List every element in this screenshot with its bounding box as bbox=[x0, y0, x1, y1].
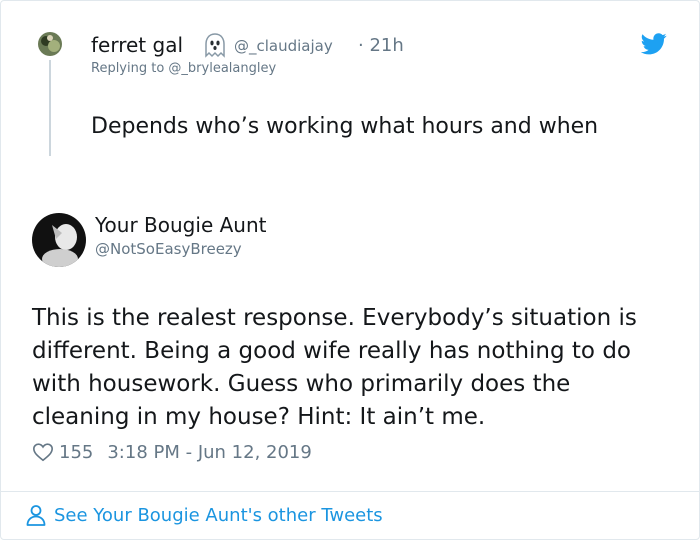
main-author-name[interactable]: Your Bougie Aunt bbox=[95, 213, 266, 237]
main-author-handle[interactable]: @NotSoEasyBreezy bbox=[95, 240, 242, 258]
footer-divider bbox=[1, 491, 699, 492]
replying-to-label: Replying to @_brylealangley bbox=[91, 61, 277, 76]
tweet-timestamp[interactable]: 3:18 PM - Jun 12, 2019 bbox=[107, 442, 311, 463]
twitter-bird-icon[interactable] bbox=[640, 33, 667, 55]
person-icon bbox=[24, 503, 48, 527]
tweet-text-line: This is the realest response. Everybody’… bbox=[32, 305, 637, 331]
see-other-tweets-link[interactable]: See Your Bougie Aunt's other Tweets bbox=[24, 502, 383, 528]
main-tweet-text: This is the realest response. Everybody’… bbox=[32, 302, 682, 434]
see-other-tweets-label[interactable]: See Your Bougie Aunt's other Tweets bbox=[54, 505, 383, 526]
thread-connector-line bbox=[49, 60, 51, 156]
tweet-meta-row: 155 3:18 PM - Jun 12, 2019 bbox=[32, 440, 312, 464]
like-count[interactable]: 155 bbox=[59, 442, 93, 463]
reply-tweet-text: Depends who’s working what hours and whe… bbox=[91, 114, 599, 139]
tweet-text-line: with housework. Guess who primarily does… bbox=[32, 371, 571, 397]
reply-author-handle[interactable]: @_claudiajay bbox=[234, 37, 333, 55]
heart-icon[interactable] bbox=[32, 441, 54, 463]
main-author-avatar[interactable] bbox=[32, 213, 86, 267]
tweet-text-line: different. Being a good wife really has … bbox=[32, 338, 631, 364]
ghost-icon bbox=[201, 31, 229, 59]
reply-author-name[interactable]: ferret gal bbox=[91, 33, 183, 57]
reply-timestamp[interactable]: · 21h bbox=[358, 35, 404, 56]
tweet-text-line: cleaning in my house? Hint: It ain’t me. bbox=[32, 404, 486, 430]
reply-author-avatar[interactable] bbox=[38, 32, 62, 56]
